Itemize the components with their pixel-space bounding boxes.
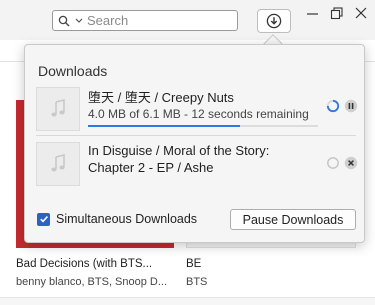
album-artist[interactable]: BTS [186,276,346,288]
download-icon [266,13,282,29]
cancel-icon[interactable] [344,156,358,170]
minimize-icon[interactable] [304,6,322,20]
checkmark-icon [39,216,48,223]
bottom-edge [0,297,375,305]
download-item[interactable]: In Disguise / Moral of the Story: Chapte… [36,140,358,192]
download-progress-fill [88,125,240,127]
download-title: In Disguise / Moral of the Story: Chapte… [88,143,270,175]
music-note-icon [51,99,65,117]
simultaneous-downloads-toggle[interactable]: Simultaneous Downloads [37,212,197,226]
spinner-icon [326,99,340,113]
music-note-icon [51,154,65,172]
popover-title: Downloads [38,63,108,79]
close-icon[interactable] [352,6,370,20]
download-title: 堕天 / 堕天 / Creepy Nuts [88,90,234,105]
search-input[interactable] [87,13,227,28]
track-artwork-placeholder [36,142,80,186]
download-progress [88,125,318,127]
track-artwork-placeholder [36,87,80,131]
queued-icon [327,157,339,169]
download-status: 4.0 MB of 6.1 MB - 12 seconds remaining [88,107,309,121]
simultaneous-downloads-label: Simultaneous Downloads [56,212,198,226]
chevron-down-icon[interactable] [75,18,83,24]
title-bar [0,0,375,40]
album-title[interactable]: Bad Decisions (with BTS... [16,258,176,270]
pause-icon[interactable] [344,99,358,113]
downloads-button[interactable] [257,9,291,33]
download-item[interactable]: 堕天 / 堕天 / Creepy Nuts 4.0 MB of 6.1 MB -… [36,85,358,137]
simultaneous-downloads-checkbox[interactable] [37,212,50,226]
restore-icon[interactable] [328,6,346,20]
album-artist[interactable]: benny blanco, BTS, Snoop D... [16,276,176,288]
downloads-popover: Downloads 堕天 / 堕天 / Creepy Nuts 4.0 MB o… [24,44,365,243]
album-title[interactable]: BE [186,258,346,270]
item-divider [36,135,356,136]
search-icon [58,15,70,26]
search-box[interactable] [52,10,238,31]
pause-downloads-button[interactable]: Pause Downloads [230,209,356,230]
